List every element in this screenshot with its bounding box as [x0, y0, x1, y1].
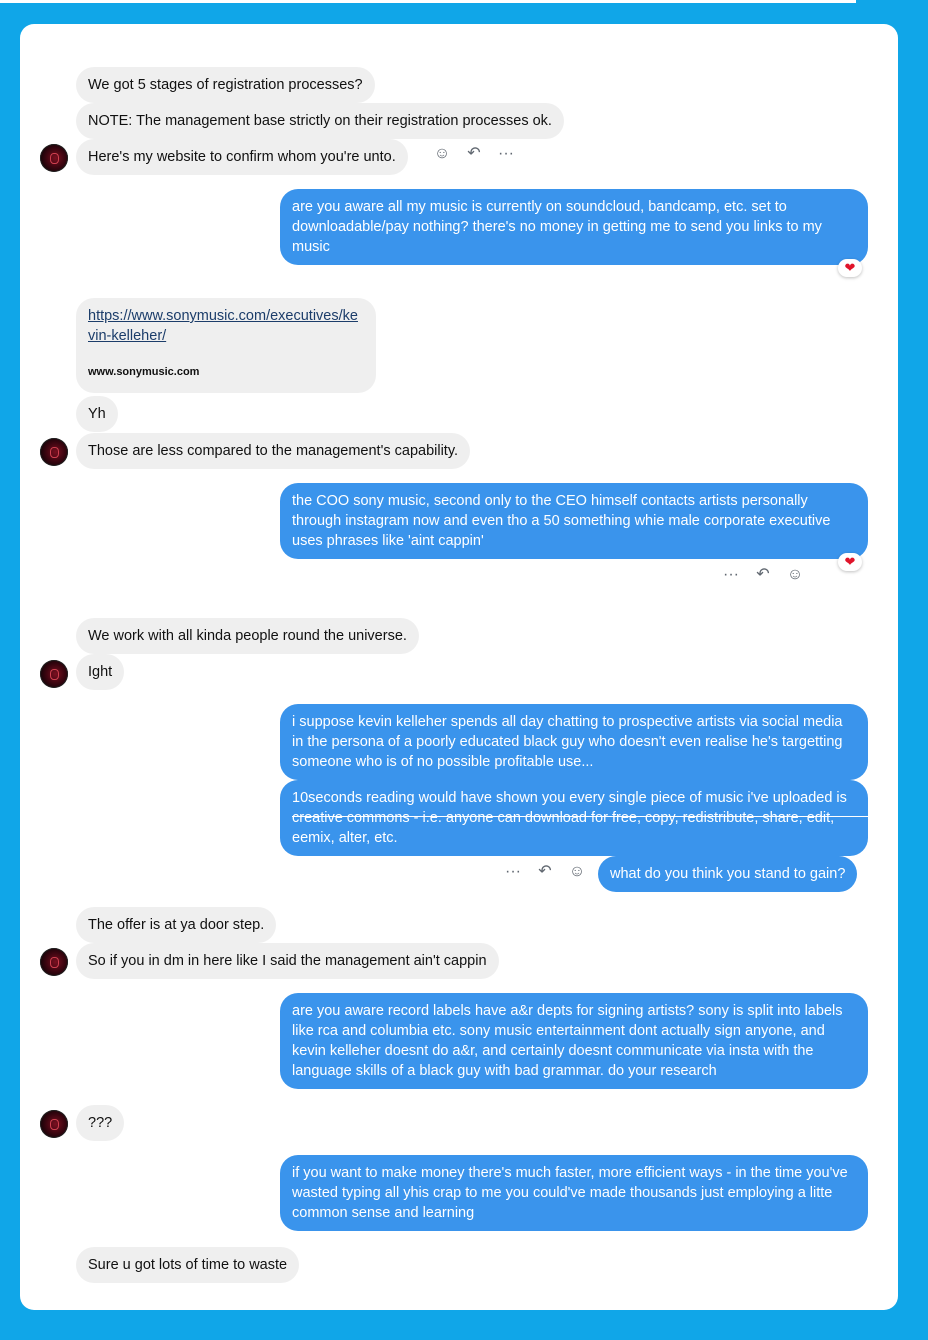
- incoming-message[interactable]: We got 5 stages of registration processe…: [76, 67, 375, 103]
- outgoing-message[interactable]: 10seconds reading would have shown you e…: [280, 780, 868, 856]
- incoming-message[interactable]: Those are less compared to the managemen…: [76, 433, 471, 469]
- sender-avatar[interactable]: [40, 144, 68, 172]
- incoming-message[interactable]: ???: [76, 1105, 125, 1141]
- reply-icon[interactable]: ↶: [535, 863, 555, 881]
- incoming-message[interactable]: Here's my website to confirm whom you're…: [76, 139, 408, 175]
- text-overlay-line: [292, 816, 870, 817]
- reply-icon[interactable]: ↶: [753, 566, 773, 584]
- link-domain: www.sonymusic.com: [88, 366, 200, 378]
- link-url[interactable]: https://www.sonymusic.com/executives/kev…: [88, 306, 364, 346]
- reply-icon[interactable]: ↶: [464, 145, 484, 163]
- more-options-icon[interactable]: ···: [721, 566, 741, 584]
- incoming-message[interactable]: Yh: [76, 396, 118, 432]
- incoming-message[interactable]: Ight: [76, 654, 125, 690]
- link-preview-card[interactable]: https://www.sonymusic.com/executives/kev…: [76, 298, 376, 393]
- link-url-text[interactable]: https://www.sonymusic.com/executives/kev…: [88, 308, 358, 344]
- outgoing-message[interactable]: the COO sony music, second only to the C…: [280, 483, 868, 559]
- react-icon[interactable]: ☺: [785, 566, 805, 584]
- sender-avatar[interactable]: [40, 1110, 68, 1138]
- incoming-message[interactable]: We work with all kinda people round the …: [76, 618, 419, 654]
- top-divider: [0, 0, 856, 3]
- outgoing-message[interactable]: i suppose kevin kelleher spends all day …: [280, 704, 868, 780]
- sender-avatar[interactable]: [40, 948, 68, 976]
- incoming-message[interactable]: Sure u got lots of time to waste: [76, 1247, 300, 1283]
- react-icon[interactable]: ☺: [432, 145, 452, 163]
- sender-avatar[interactable]: [40, 438, 68, 466]
- heart-reaction-icon[interactable]: ❤: [838, 259, 862, 277]
- incoming-message[interactable]: The offer is at ya door step.: [76, 907, 277, 943]
- more-options-icon[interactable]: ···: [496, 145, 516, 163]
- incoming-message[interactable]: So if you in dm in here like I said the …: [76, 943, 499, 979]
- react-icon[interactable]: ☺: [567, 863, 587, 881]
- outgoing-message[interactable]: what do you think you stand to gain?: [598, 856, 858, 892]
- outgoing-message[interactable]: are you aware all my music is currently …: [280, 189, 868, 265]
- incoming-message[interactable]: NOTE: The management base strictly on th…: [76, 103, 564, 139]
- outgoing-message[interactable]: if you want to make money there's much f…: [280, 1155, 868, 1231]
- more-options-icon[interactable]: ···: [503, 863, 523, 881]
- chat-panel: We got 5 stages of registration processe…: [20, 24, 898, 1310]
- heart-reaction-icon[interactable]: ❤: [838, 553, 862, 571]
- sender-avatar[interactable]: [40, 660, 68, 688]
- outgoing-message[interactable]: are you aware record labels have a&r dep…: [280, 993, 868, 1089]
